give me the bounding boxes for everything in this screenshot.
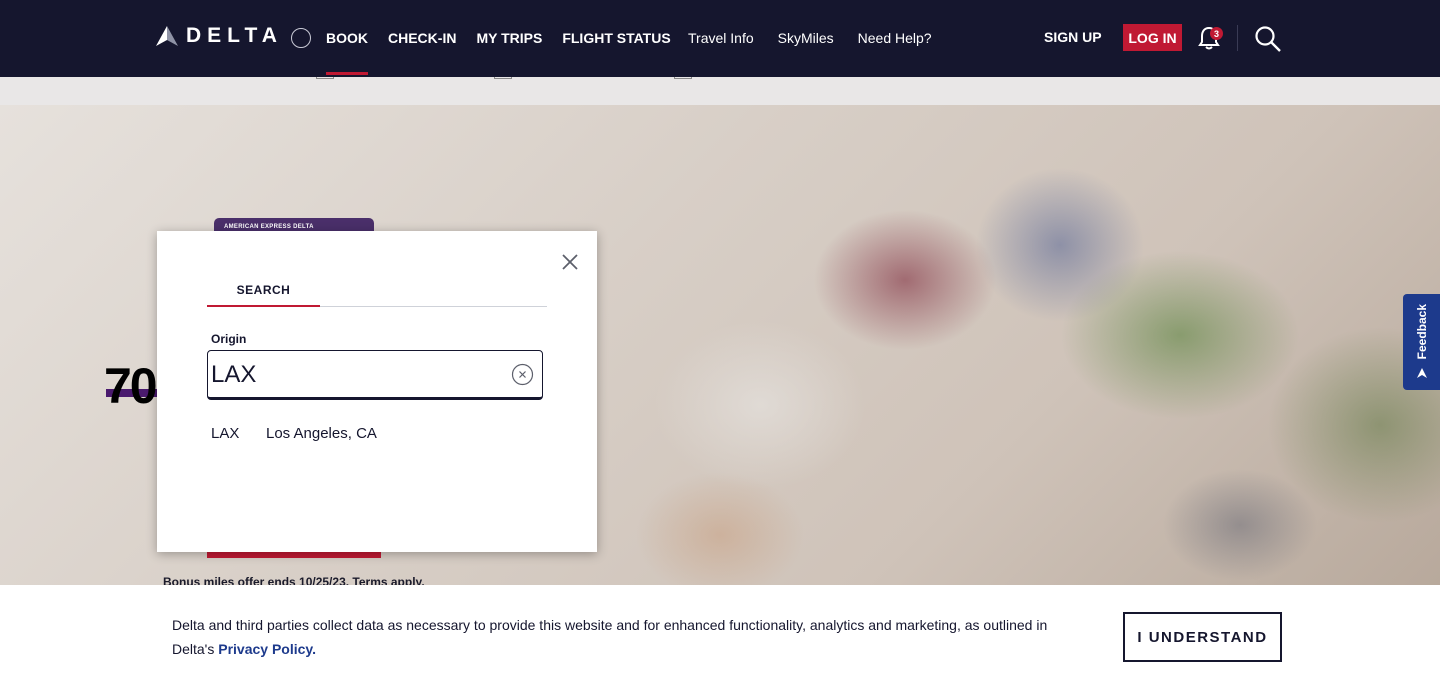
- nav-book[interactable]: BOOK: [326, 30, 368, 75]
- logo-text: DELTA: [186, 24, 283, 47]
- feedback-tab[interactable]: Feedback: [1403, 294, 1440, 390]
- nav-need-help[interactable]: Need Help?: [858, 30, 932, 46]
- origin-label: Origin: [211, 332, 247, 346]
- airport-suggestion[interactable]: LAX Los Angeles, CA: [211, 425, 541, 442]
- cookie-banner: Delta and third parties collect data as …: [0, 585, 1440, 685]
- modal-tabs: SEARCH: [207, 283, 547, 307]
- feedback-icon: [1416, 367, 1427, 378]
- delta-widget-icon: [156, 26, 178, 46]
- notification-count-badge: 3: [1210, 27, 1223, 40]
- i-understand-button[interactable]: I UNDERSTAND: [1123, 612, 1282, 662]
- delta-logo[interactable]: DELTA: [156, 24, 311, 48]
- nav-skymiles[interactable]: SkyMiles: [778, 30, 834, 46]
- primary-nav: BOOK CHECK-IN MY TRIPS FLIGHT STATUS: [326, 30, 671, 75]
- nav-check-in[interactable]: CHECK-IN: [388, 30, 456, 75]
- site-header: DELTA BOOK CHECK-IN MY TRIPS FLIGHT STAT…: [0, 0, 1440, 77]
- nav-flight-status[interactable]: FLIGHT STATUS: [562, 30, 670, 75]
- skyteam-globe-icon: [290, 28, 311, 48]
- log-in-button[interactable]: LOG IN: [1123, 24, 1182, 51]
- close-icon[interactable]: [559, 251, 581, 273]
- privacy-policy-link[interactable]: Privacy Policy.: [218, 641, 316, 657]
- promo-headline: 70: [104, 358, 158, 414]
- search-icon[interactable]: [1254, 25, 1282, 53]
- secondary-nav: Travel Info SkyMiles Need Help?: [688, 30, 932, 46]
- clear-icon[interactable]: [511, 363, 534, 386]
- tab-search[interactable]: SEARCH: [207, 283, 320, 307]
- nav-my-trips[interactable]: MY TRIPS: [476, 30, 542, 75]
- sign-up-link[interactable]: SIGN UP: [1044, 29, 1102, 45]
- booking-strip: [0, 69, 1440, 105]
- feedback-label: Feedback: [1414, 304, 1429, 360]
- cookie-text: Delta and third parties collect data as …: [172, 613, 1072, 661]
- airport-search-modal: SEARCH Origin LAX Los Angeles, CA: [157, 231, 597, 552]
- suggestion-code: LAX: [211, 425, 240, 442]
- origin-field: [207, 350, 543, 400]
- nav-travel-info[interactable]: Travel Info: [688, 30, 754, 46]
- suggestion-city: Los Angeles, CA: [266, 425, 377, 442]
- header-divider: [1237, 25, 1238, 51]
- origin-input[interactable]: [211, 357, 501, 393]
